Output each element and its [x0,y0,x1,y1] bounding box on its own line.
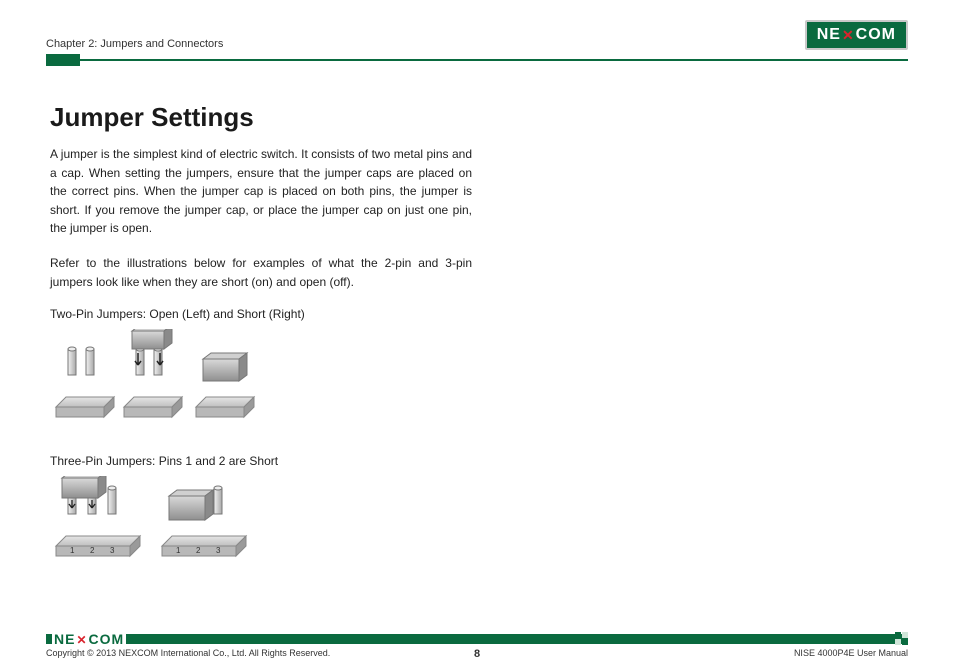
pin-label-1b: 1 [176,546,181,555]
header-rule [46,54,908,66]
caption-three-pin: Three-Pin Jumpers: Pins 1 and 2 are Shor… [50,454,472,468]
footer-rule: NE✕COM [46,634,908,644]
intro-paragraph-2: Refer to the illustrations below for exa… [50,254,472,291]
brand-logo-footer: NE✕COM [52,631,126,647]
illustration-three-pin: 1 2 3 [52,476,472,563]
page-title: Jumper Settings [50,102,472,133]
pin-label-3b: 3 [216,546,221,555]
illustration-two-pin [52,329,472,428]
brand-logo-box: NE✕COM [805,20,908,50]
chapter-label: Chapter 2: Jumpers and Connectors [46,38,223,50]
pin-label-3: 3 [110,546,115,555]
pin-label-1: 1 [70,546,75,555]
brand-logo-top: NE✕COM [805,20,908,50]
footer-decor-icon [895,632,908,645]
pin-label-2b: 2 [196,546,201,555]
copyright-text: Copyright © 2013 NEXCOM International Co… [46,648,330,658]
page-number: 8 [474,648,480,660]
manual-name: NISE 4000P4E User Manual [794,648,908,658]
pin-label-2: 2 [90,546,95,555]
caption-two-pin: Two-Pin Jumpers: Open (Left) and Short (… [50,307,472,321]
intro-paragraph-1: A jumper is the simplest kind of electri… [50,145,472,238]
